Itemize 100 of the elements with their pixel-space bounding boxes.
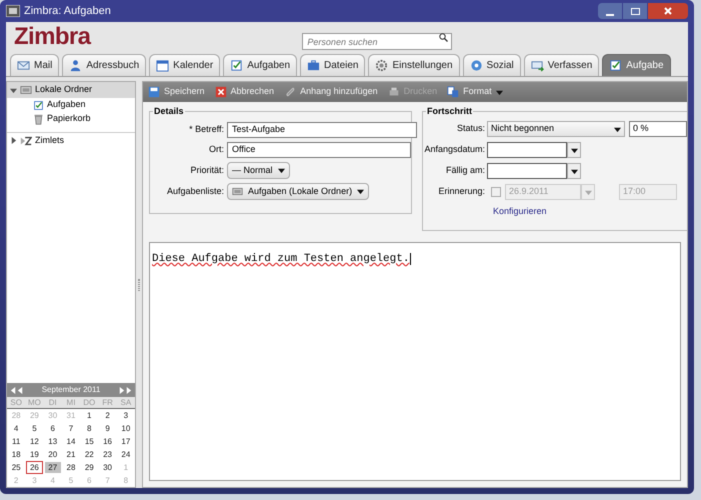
toolbar-button[interactable]: Anhang hinzufügen [284,85,378,99]
calendar-day[interactable]: 1 [81,410,98,421]
calendar-day[interactable]: 16 [99,436,116,447]
weekday-label: SA [120,397,132,409]
printer-icon [388,86,400,98]
field-label: Status: [456,122,485,136]
calendar-day[interactable]: 2 [99,410,116,421]
weekday-label: DO [82,397,96,409]
description-field[interactable]: Diese Aufgabe wird zum Testen angelegt. [149,242,681,481]
weekday-label: MI [66,397,76,409]
calendar-day[interactable]: 13 [44,436,61,447]
field-label: Aufgabenliste: [166,184,224,198]
splitter-handle[interactable] [138,278,140,290]
paperclip-icon [284,86,296,98]
dropdown[interactable]: Aufgaben (Lokale Ordner) [227,183,370,200]
calendar-day[interactable]: 9 [99,423,116,434]
calendar-day[interactable]: 30 [99,462,116,473]
calendar-day[interactable]: 11 [8,436,24,447]
tree-item[interactable]: Papierkorb [7,112,135,126]
date-field[interactable] [487,163,567,179]
toolbar-button[interactable]: Abbrechen [214,85,274,99]
next-year-icon [125,386,132,394]
calendar-day[interactable]: 23 [99,449,116,460]
envelope-icon [17,59,30,72]
person-icon [69,59,82,72]
dropdown[interactable]: — Normal [227,162,290,179]
calendar-day[interactable]: 14 [62,436,80,447]
field-label: Anfangsdatum: [423,143,485,156]
calendar-day[interactable]: 27 [44,462,61,473]
trash-icon [33,114,44,124]
calendar-day[interactable]: 18 [8,449,24,460]
calendar-day[interactable]: 26 [26,461,43,474]
tab[interactable]: Adressbuch [62,54,146,76]
calendar-day[interactable]: 5 [26,423,43,434]
text-field[interactable]: Office [227,142,411,158]
caret-down-icon [357,188,364,195]
tab[interactable]: Kalender [149,54,220,76]
configure-link[interactable]: Konfigurieren [493,205,687,218]
caret-down-icon [614,126,621,132]
tab[interactable]: Aufgaben [223,54,298,76]
calendar-day[interactable]: 7 [62,423,80,434]
tree-item[interactable]: Lokale Ordner [7,82,135,98]
text-field[interactable]: Test-Aufgabe [227,122,417,138]
field-label: Ort: [208,143,224,156]
minimize-button[interactable] [598,3,622,19]
checklist-icon [230,59,244,72]
tab[interactable]: Verfassen [524,54,600,76]
date-field[interactable] [487,142,567,158]
logo: Zimbra [14,25,90,49]
calendar-day[interactable]: 10 [118,423,134,434]
caret-down-icon [584,188,592,196]
computer-icon [232,186,243,197]
weekday-label: SO [9,397,23,409]
calendar-day[interactable]: 15 [81,436,98,447]
description-text: Diese Aufgabe wird zum Testen angelegt. [152,253,412,265]
calendar-day[interactable]: 22 [81,449,98,460]
search-field[interactable]: Personen suchen [302,33,452,50]
checklist-icon [609,59,622,72]
calendar-day[interactable]: 17 [118,436,134,447]
date-picker-button[interactable] [567,163,581,179]
caret-down-icon [570,168,578,174]
caret-down-icon [278,167,285,174]
weekday-label: DI [48,397,58,409]
percent-field[interactable]: 0 % [629,121,687,137]
field-label: * Betreff: [188,123,224,136]
tab[interactable]: Mail [10,54,60,76]
calendar-day[interactable]: 20 [44,449,61,460]
toolbar-button[interactable]: Format [447,85,503,99]
status-dropdown[interactable]: Nicht begonnen [487,121,625,137]
calendar-day[interactable]: 12 [26,436,43,447]
next-month-icon [118,386,125,394]
prev-month-icon [17,386,24,394]
close-button[interactable] [648,3,688,19]
calendar-day[interactable]: 3 [118,410,134,421]
tab[interactable]: Dateien [300,54,366,76]
computer-icon [20,84,32,96]
date-picker-button[interactable] [567,142,581,158]
toolbar-button[interactable]: Speichern [148,85,205,99]
prev-year-icon [10,386,17,394]
calendar-day[interactable]: 29 [81,462,98,473]
checklist-icon [33,100,44,110]
calendar-day[interactable]: 6 [44,423,61,434]
calendar-day[interactable]: 4 [8,423,24,434]
search-icon [439,32,448,42]
tab[interactable]: Aufgabe [602,54,671,76]
calendar-icon [156,59,170,72]
calendar-day[interactable]: 24 [118,449,134,460]
calendar-day[interactable]: 19 [26,449,43,460]
tree-item[interactable]: Zimlets [7,132,135,148]
tab[interactable]: Einstellungen [368,54,460,76]
app-icon [6,5,20,17]
calendar-day[interactable]: 28 [62,462,80,473]
calendar-day[interactable]: 25 [8,462,24,473]
calendar-day[interactable]: 21 [62,449,80,460]
tree-item[interactable]: Aufgaben [7,98,135,112]
caret-down-icon [570,146,578,154]
calendar-day[interactable]: 8 [81,423,98,434]
weekday-label: FR [101,397,114,409]
tab[interactable]: Sozial [462,54,521,76]
maximize-button[interactable] [623,3,647,19]
